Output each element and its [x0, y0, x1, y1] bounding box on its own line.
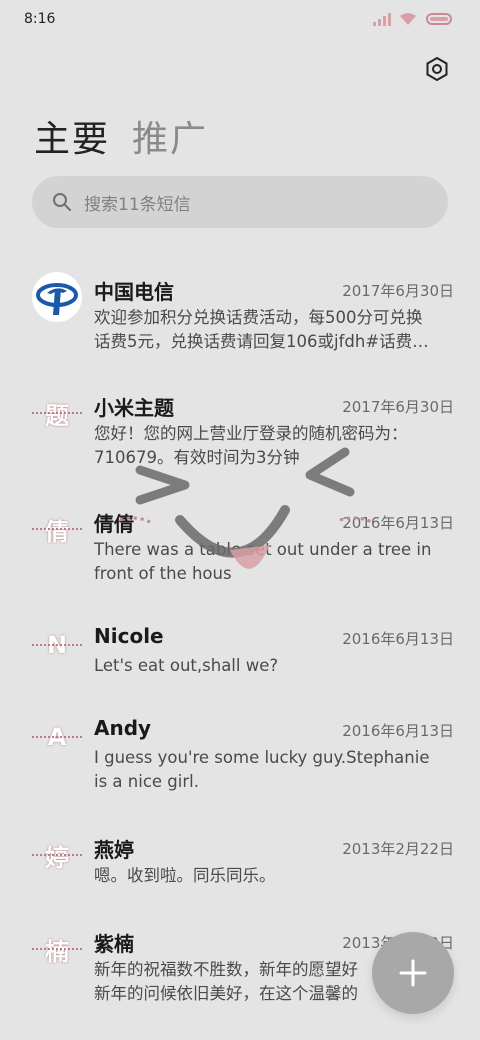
preview-line: 欢迎参加积分兑换话费活动，每500分可兑换 [94, 308, 423, 327]
avatar-decoration [32, 644, 82, 648]
signal-icon [373, 13, 391, 26]
message-date: 2016年6月13日 [342, 722, 454, 740]
plus-icon [399, 959, 427, 987]
avatar-decoration [32, 412, 82, 416]
message-date: 2016年6月13日 [342, 630, 454, 648]
status-icons [372, 12, 452, 26]
message-preview: I guess you're some lucky guy.Stephanie … [94, 746, 448, 794]
contact-name: 燕婷 [94, 838, 134, 862]
china-telecom-logo [36, 283, 78, 315]
wifi-icon [400, 13, 416, 25]
preview-line: 话费5元，兑换话费请回复106或jfdh#话费… [94, 332, 429, 351]
preview-line: 新年的祝福数不胜数，新年的愿望好 [94, 960, 358, 979]
preview-line: front of the hous [94, 564, 232, 583]
search-input[interactable]: 搜索11条短信 [32, 176, 448, 228]
status-time: 8:16 [24, 11, 56, 27]
contact-name: 紫楠 [94, 932, 134, 956]
conversation-item[interactable]: 倩 倩倩 2016年6月13日 There was a table set ou… [0, 504, 480, 604]
message-preview: 欢迎参加积分兑换话费活动，每500分可兑换 话费5元，兑换话费请回复106或jf… [94, 306, 448, 354]
message-date: 2017年6月30日 [342, 398, 454, 416]
status-bar: 8:16 [0, 0, 480, 40]
message-preview: There was a table set out under a tree i… [94, 538, 448, 586]
hexagon-settings-icon [426, 56, 448, 82]
message-preview: 新年的祝福数不胜数，新年的愿望好 新年的问候依旧美好，在这个温馨的 [94, 958, 374, 1006]
search-placeholder: 搜索11条短信 [84, 194, 191, 215]
contact-name: 中国电信 [94, 280, 174, 304]
contact-name: Andy [94, 716, 152, 740]
avatar-decoration [32, 854, 82, 858]
message-preview: Let's eat out,shall we? [94, 654, 448, 678]
contact-name: 小米主题 [94, 396, 174, 420]
preview-line: There was a table set out under a tree i… [94, 540, 432, 559]
contact-name: 倩倩 [94, 512, 134, 536]
preview-line: 710679。有效时间为3分钟 [94, 448, 300, 467]
search-icon [53, 193, 71, 211]
conversation-item[interactable]: 中国电信 2017年6月30日 欢迎参加积分兑换话费活动，每500分可兑换 话费… [0, 272, 480, 372]
conversation-item[interactable]: 婷 燕婷 2013年2月22日 嗯。收到啦。同乐同乐。 [0, 830, 480, 906]
preview-line: is a nice girl. [94, 772, 199, 791]
tab-primary[interactable]: 主要 [34, 110, 110, 162]
tab-promotions[interactable]: 推广 [132, 110, 208, 162]
conversation-item[interactable]: A Andy 2016年6月13日 I guess you're some lu… [0, 712, 480, 812]
preview-line: 嗯。收到啦。同乐同乐。 [94, 866, 276, 885]
tab-bar: 主要 推广 [34, 110, 208, 162]
avatar [32, 272, 82, 322]
contact-name: Nicole [94, 624, 164, 648]
preview-line: 您好！您的网上营业厅登录的随机密码为： [94, 424, 408, 443]
new-message-button[interactable] [372, 932, 454, 1014]
conversation-item[interactable]: 题 小米主题 2017年6月30日 您好！您的网上营业厅登录的随机密码为： 71… [0, 388, 480, 488]
avatar-decoration [32, 736, 82, 740]
message-date: 2016年6月13日 [342, 514, 454, 532]
battery-icon [426, 13, 452, 25]
settings-button[interactable] [422, 54, 452, 84]
message-preview: 您好！您的网上营业厅登录的随机密码为： 710679。有效时间为3分钟 [94, 422, 448, 470]
message-date: 2017年6月30日 [342, 282, 454, 300]
preview-line: 新年的问候依旧美好，在这个温馨的 [94, 984, 358, 1003]
message-date: 2013年2月22日 [342, 840, 454, 858]
avatar-decoration [32, 948, 82, 952]
conversation-item[interactable]: N Nicole 2016年6月13日 Let's eat out,shall … [0, 620, 480, 696]
message-preview: 嗯。收到啦。同乐同乐。 [94, 864, 448, 888]
avatar-decoration [32, 528, 82, 532]
preview-line: Let's eat out,shall we? [94, 656, 279, 675]
preview-line: I guess you're some lucky guy.Stephanie [94, 748, 430, 767]
